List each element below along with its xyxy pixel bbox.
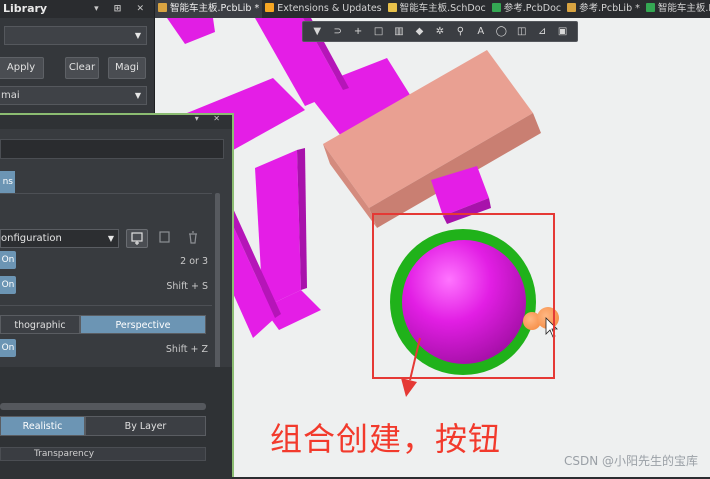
- document-tab-label: 参考.PcbLib *: [579, 3, 640, 14]
- plus-icon[interactable]: +: [351, 25, 365, 39]
- document-file-icon: [491, 3, 501, 12]
- circle-icon[interactable]: ◯: [494, 25, 508, 39]
- annotation-caption: 组合创建，按钮: [270, 420, 502, 458]
- document-tab[interactable]: 智能车主板.PcbLib *: [155, 0, 263, 18]
- view-configuration-panel: ▾ ✕ ns onfiguration ▼ On 2 or 3 On Shift…: [0, 113, 234, 479]
- library-panel-header: Library ▾ ⊞ ✕: [0, 0, 154, 18]
- magnify-button[interactable]: Magi: [108, 57, 146, 79]
- document-tab-label: Extensions & Updates: [277, 3, 382, 14]
- mask-mode-value: mai: [1, 90, 20, 101]
- document-tab[interactable]: 参考.PcbDoc: [489, 0, 564, 18]
- document-tab-bar: 智能车主板.PcbLib * Extensions & Updates 智能车主板.…: [155, 0, 710, 18]
- filter-icon[interactable]: ▼: [310, 25, 324, 39]
- pin-icon[interactable]: ⚲: [453, 25, 467, 39]
- route-icon[interactable]: ⊃: [331, 25, 345, 39]
- chart-icon[interactable]: ▥: [392, 25, 406, 39]
- shortcut-label: Shift + S: [166, 281, 208, 292]
- realistic-button[interactable]: Realistic: [0, 416, 85, 436]
- by-layer-button[interactable]: By Layer: [85, 416, 206, 436]
- horizontal-scrollbar[interactable]: [0, 403, 206, 410]
- gear-icon[interactable]: ✲: [433, 25, 447, 39]
- library-filter-dropdown[interactable]: ▼: [4, 26, 147, 45]
- perspective-button[interactable]: Perspective: [80, 315, 206, 334]
- document-file-icon: [567, 3, 577, 12]
- chevron-down-icon: ▼: [134, 91, 141, 100]
- document-file-icon: [645, 3, 655, 12]
- document-tab[interactable]: 智能车主板.PcbDoc: [643, 0, 710, 18]
- divider: [0, 305, 212, 306]
- toggle-2d-3d-button[interactable]: On: [0, 251, 16, 269]
- document-file-icon: [265, 3, 275, 12]
- text-icon[interactable]: A: [474, 25, 488, 39]
- clear-button[interactable]: Clear: [65, 57, 99, 79]
- panel-window-buttons[interactable]: ▾ ✕: [195, 114, 226, 123]
- view-config-dropdown[interactable]: onfiguration ▼: [0, 229, 119, 248]
- mask-mode-dropdown[interactable]: mai ▼: [0, 86, 147, 105]
- chevron-down-icon: ▼: [134, 31, 141, 40]
- save-config-button[interactable]: [126, 229, 148, 248]
- chevron-down-icon: ▼: [107, 234, 114, 243]
- tab-view-options[interactable]: ns: [0, 171, 15, 193]
- csdn-watermark: CSDN @小阳先生的宝库: [563, 454, 698, 468]
- document-tab-label: 智能车主板.SchDoc: [399, 3, 486, 14]
- rect-icon[interactable]: □: [372, 25, 386, 39]
- document-tab-label: 智能车主板.PcbLib *: [170, 3, 260, 14]
- measure-icon[interactable]: ⊿: [535, 25, 549, 39]
- transparency-column-header: Transparency: [34, 449, 95, 459]
- panel-window-buttons[interactable]: ▾ ⊞ ✕: [94, 0, 150, 18]
- view-config-value: onfiguration: [1, 233, 62, 244]
- divider: [0, 193, 212, 194]
- shortcut-label: Shift + Z: [165, 344, 208, 355]
- document-tab[interactable]: 智能车主板.SchDoc: [385, 0, 489, 18]
- view-toolbar: ▼ ⊃ + □ ▥ ◆ ✲ ⚲ A ◯ ◫ ⊿ ▣: [302, 21, 578, 42]
- save-as-icon: [131, 232, 143, 245]
- orthographic-button[interactable]: thographic: [0, 315, 80, 334]
- view-panel-header: ▾ ✕: [0, 114, 232, 129]
- document-tab[interactable]: 参考.PcbLib *: [564, 0, 643, 18]
- document-tab-label: 智能车主板.PcbDoc: [657, 3, 710, 14]
- window-icon[interactable]: ▣: [556, 25, 570, 39]
- toggle-single-layer-button[interactable]: On: [0, 276, 16, 294]
- save-icon-button[interactable]: [154, 229, 176, 248]
- library-panel-title: Library: [3, 2, 48, 15]
- document-file-icon: [158, 3, 167, 12]
- document-tab[interactable]: Extensions & Updates: [262, 0, 384, 18]
- panel-search-input[interactable]: [0, 139, 224, 159]
- layer-table-header: Transparency: [0, 447, 206, 461]
- select-icon[interactable]: ◫: [515, 25, 529, 39]
- layer-icon[interactable]: ◆: [412, 25, 426, 39]
- panel-scrollbar[interactable]: [215, 193, 220, 393]
- document-file-icon: [387, 3, 397, 12]
- toggle-z-button[interactable]: On: [0, 339, 16, 357]
- trash-icon: [189, 231, 197, 244]
- document-tab-label: 参考.PcbDoc: [503, 3, 562, 14]
- delete-config-button[interactable]: [183, 229, 205, 248]
- shortcut-label: 2 or 3: [180, 256, 208, 267]
- save-icon: [159, 231, 170, 243]
- apply-button[interactable]: Apply: [0, 57, 44, 79]
- highlight-box: [372, 213, 555, 379]
